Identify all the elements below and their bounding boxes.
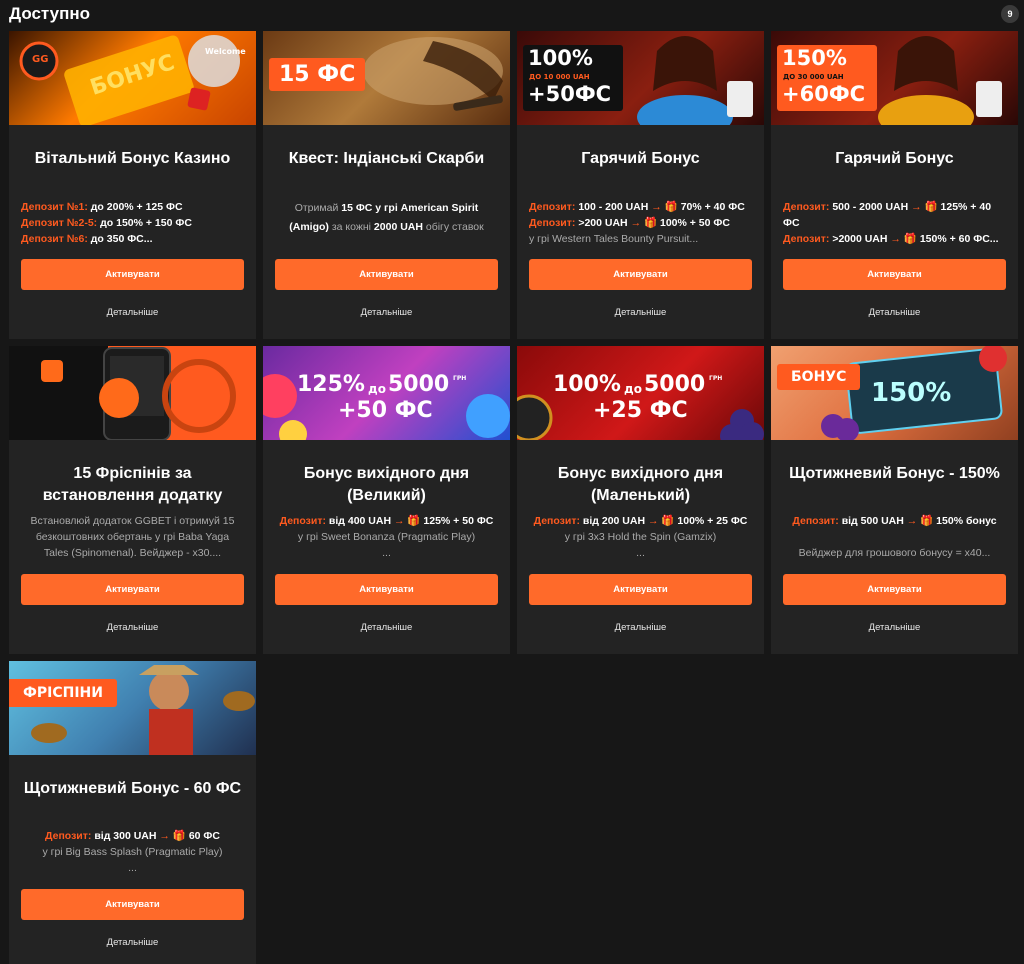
card-title: Вітальний Бонус Казино [34, 150, 231, 167]
banner-currency: ГРН [453, 375, 467, 382]
card-description: Отримай 15 ФС у грі American Spirit (Ami… [289, 202, 484, 233]
card-title: Щотижневий Бонус - 150% [789, 465, 1000, 482]
card-description: Депозит №1: до 200% + 125 ФС Депозит №2-… [21, 201, 192, 245]
banner-amount: ДО 30 000 UAH [783, 73, 844, 81]
banner-amount: 5000 [644, 372, 706, 397]
page-title: Доступно [9, 4, 91, 23]
card-description: Депозит: від 500 UAH → 🎁 150% бонус Вейд… [792, 515, 997, 559]
details-link[interactable]: Детальніше [9, 937, 256, 948]
banner-tag: Welcome [205, 47, 246, 56]
activate-button[interactable]: Активувати [21, 259, 244, 290]
activate-button[interactable]: Активувати [275, 259, 498, 290]
banner-chip-text: GG [32, 54, 49, 65]
banner-extra: +50 ФС [338, 398, 433, 423]
bonus-banner [9, 346, 256, 440]
bonus-card-weekly-150: БОНУС 150% Щотижневий Бонус - 150% Депоз… [771, 346, 1018, 654]
banner-extra: +25 ФС [593, 398, 688, 423]
bonus-card-hot-1: 100% ДО 10 000 UAH +50ФС Гарячий Бонус Д… [517, 31, 764, 339]
banner-badge: БОНУС [777, 364, 861, 390]
activate-button[interactable]: Активувати [21, 574, 244, 605]
card-description: Депозит: від 400 UAH → 🎁 125% + 50 ФС у … [279, 515, 494, 559]
banner-percent: 100% [553, 372, 621, 397]
banner-badge: ФРІСПІНИ [9, 679, 117, 707]
bonus-banner: ФРІСПІНИ [9, 661, 256, 755]
banner-amount: ДО 10 000 UAH [529, 73, 590, 81]
banner-art [41, 347, 236, 440]
bonus-banner: 15 ФС [263, 31, 510, 125]
card-description: Депозит: від 200 UAH → 🎁 100% + 25 ФС у … [533, 515, 748, 559]
details-link[interactable]: Детальніше [771, 622, 1018, 633]
card-title: 15 Фріспінів за встановлення додатку [42, 465, 223, 504]
banner-to: до [368, 382, 386, 396]
count-badge: 9 [1001, 5, 1019, 23]
banner-art [31, 665, 255, 755]
details-link[interactable]: Детальніше [263, 307, 510, 318]
details-link[interactable]: Детальніше [517, 307, 764, 318]
bonus-banner: 150% ДО 30 000 UAH +60ФС [771, 31, 1018, 125]
banner-percent: 100% [528, 46, 593, 70]
bonus-card-weekend-small: 100% до 5000 ГРН +25 ФС Бонус вихідного … [517, 346, 764, 654]
bonus-card-welcome: GG БОНУС Welcome Вітальний Бонус Казино … [9, 31, 256, 339]
banner-percent: 150% [782, 46, 847, 70]
card-description: Депозит: 500 - 2000 UAH → 🎁 125% + 40 ФС… [783, 201, 999, 245]
activate-button[interactable]: Активувати [529, 574, 752, 605]
banner-to: до [624, 382, 642, 396]
details-link[interactable]: Детальніше [771, 307, 1018, 318]
header: Доступно 9 [0, 0, 1024, 30]
card-title: Бонус вихідного дня (Великий) [303, 465, 470, 504]
bonus-banner: 100% до 5000 ГРН +25 ФС [517, 346, 764, 440]
activate-button[interactable]: Активувати [275, 574, 498, 605]
banner-extra: +50ФС [528, 82, 612, 106]
activate-button[interactable]: Активувати [783, 259, 1006, 290]
card-description: Встановлюй додаток GGBET і отримуй 15 бе… [30, 515, 235, 559]
banner-badge: 15 ФС [269, 58, 366, 91]
card-title: Гарячий Бонус [581, 150, 700, 167]
bonus-banner: БОНУС 150% [771, 346, 1018, 440]
card-description: Депозит: від 300 UAH → 🎁 60 ФС у грі Big… [42, 830, 223, 874]
bonus-card-app: 15 Фріспінів за встановлення додатку Вст… [9, 346, 256, 654]
banner-percent: 150% [871, 378, 952, 408]
bonus-card-weekly-60fs: ФРІСПІНИ Щотижневий Бонус - 60 ФС Депози… [9, 661, 256, 964]
activate-button[interactable]: Активувати [21, 889, 244, 920]
bonus-card-quest: 15 ФС Квест: Індіанські Скарби Отримай 1… [263, 31, 510, 339]
details-link[interactable]: Детальніше [517, 622, 764, 633]
card-title: Квест: Індіанські Скарби [288, 150, 485, 167]
bonus-banner: 125% до 5000 ГРН +50 ФС [263, 346, 510, 440]
card-title: Щотижневий Бонус - 60 ФС [23, 780, 242, 797]
details-link[interactable]: Детальніше [263, 622, 510, 633]
bonus-banner: 100% ДО 10 000 UAH +50ФС [517, 31, 764, 125]
details-link[interactable]: Детальніше [9, 307, 256, 318]
activate-button[interactable]: Активувати [529, 259, 752, 290]
card-title: Гарячий Бонус [835, 150, 954, 167]
details-link[interactable]: Детальніше [9, 622, 256, 633]
card-title: Бонус вихідного дня (Маленький) [557, 465, 724, 504]
bonus-card-hot-2: 150% ДО 30 000 UAH +60ФС Гарячий Бонус Д… [771, 31, 1018, 339]
card-description: Депозит: 100 - 200 UAH → 🎁 70% + 40 ФС Д… [529, 201, 745, 245]
bonus-banner: GG БОНУС Welcome [9, 31, 256, 125]
banner-extra: +60ФС [782, 82, 866, 106]
banner-percent: 125% [297, 372, 365, 397]
banner-amount: 5000 [388, 372, 450, 397]
banner-currency: ГРН [709, 375, 723, 382]
activate-button[interactable]: Активувати [783, 574, 1006, 605]
bonus-card-weekend-big: 125% до 5000 ГРН +50 ФС Бонус вихідного … [263, 346, 510, 654]
